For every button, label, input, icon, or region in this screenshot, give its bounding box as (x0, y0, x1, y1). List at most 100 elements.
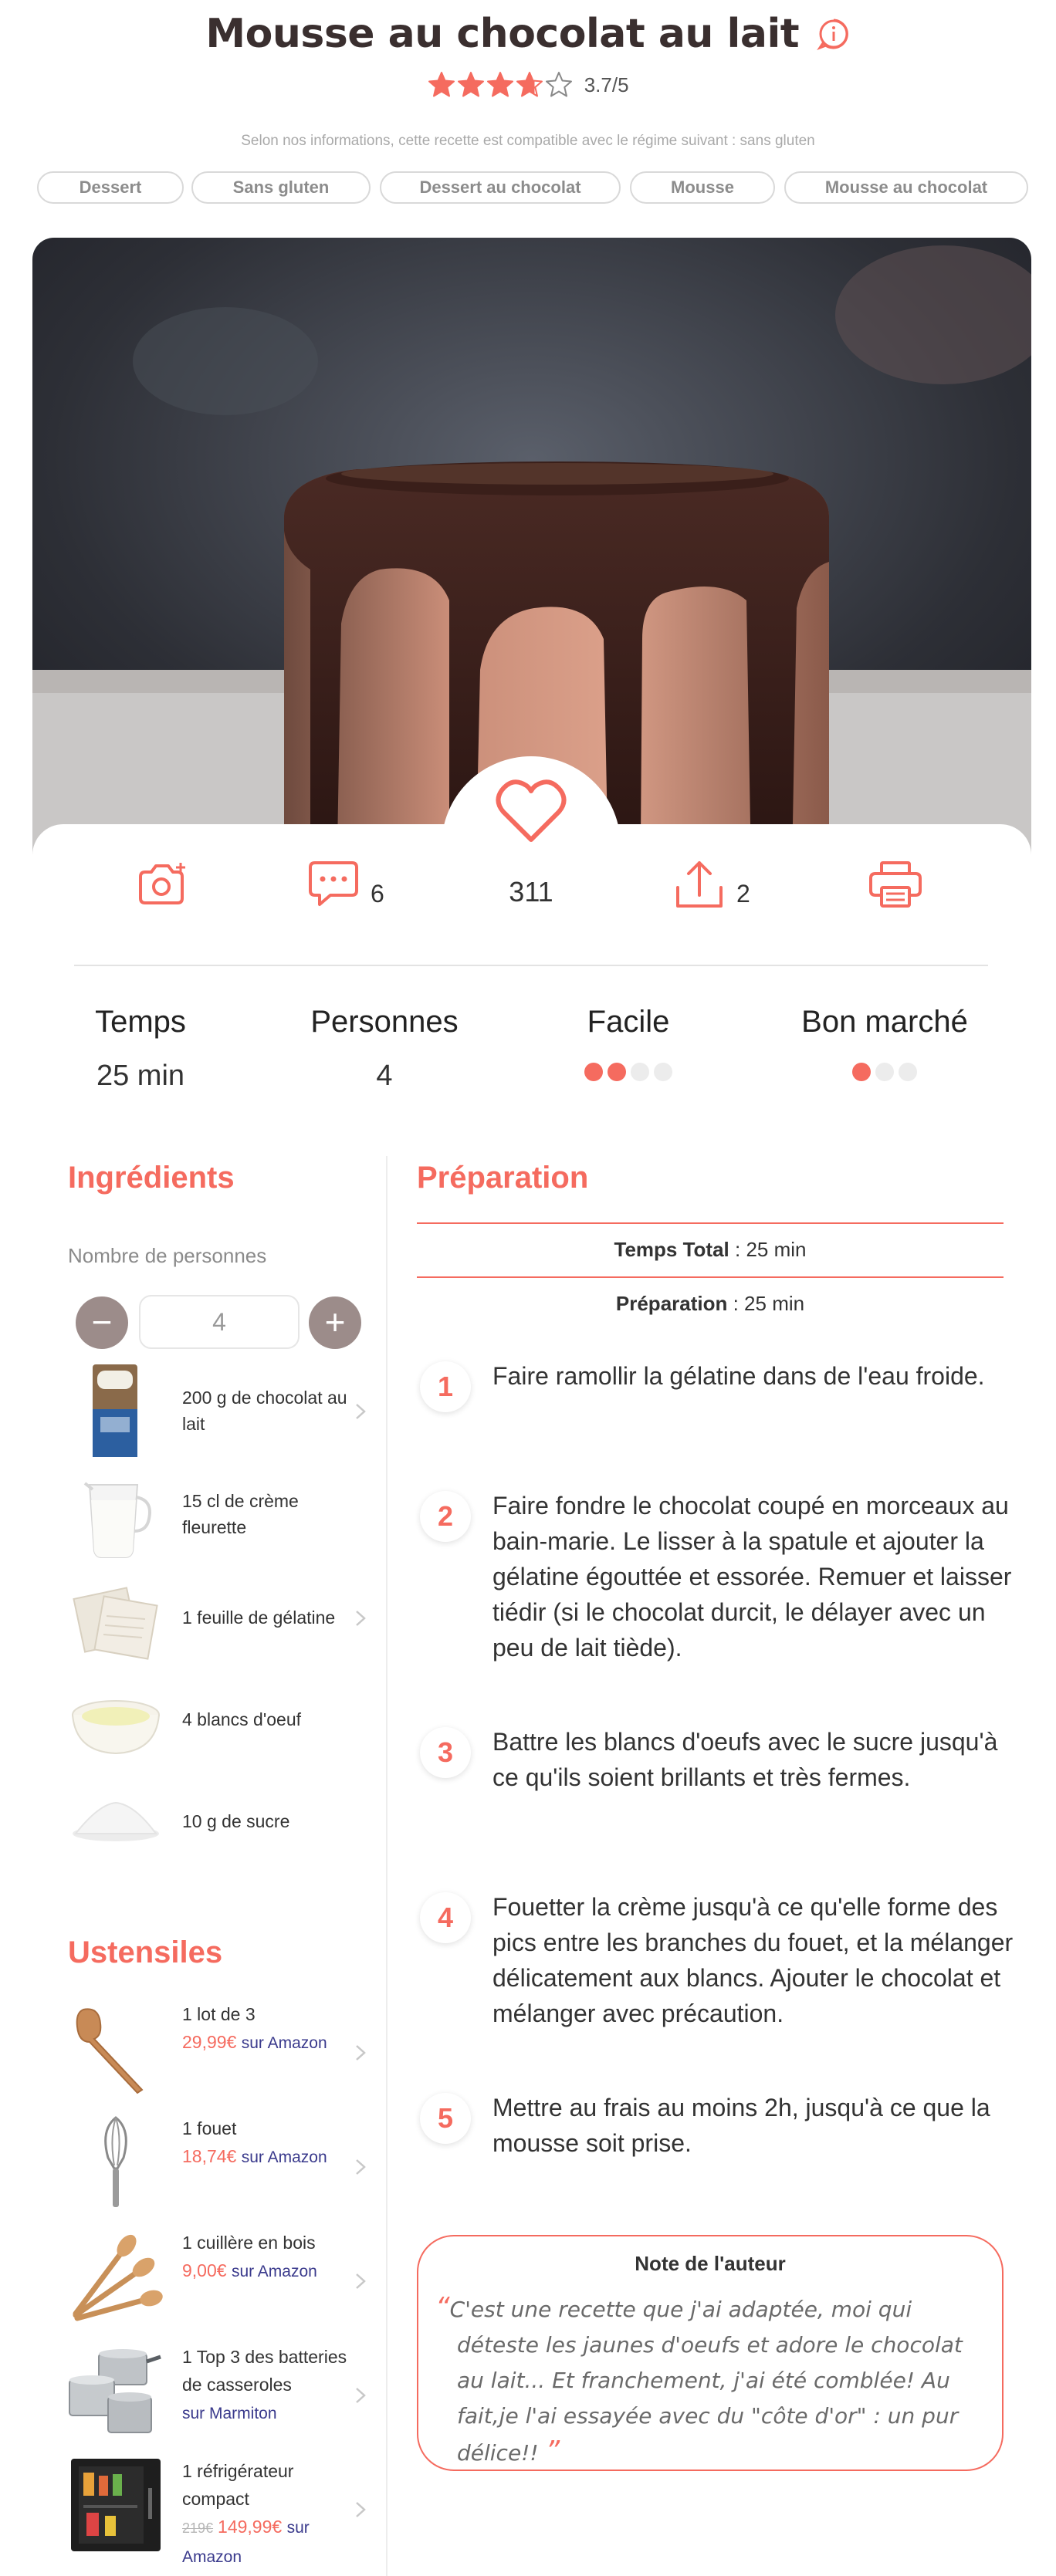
printer-icon (869, 861, 922, 908)
divider (417, 1222, 1004, 1224)
stat-time: Temps 25 min (17, 1005, 264, 1093)
difficulty-dots (505, 1063, 752, 1081)
utensil-vendor[interactable]: sur Amazon (232, 2263, 317, 2280)
close-quote-icon: ” (545, 2436, 560, 2467)
camera-plus-icon (139, 863, 185, 904)
tag-dessert[interactable]: Dessert (37, 171, 184, 204)
stat-cost: Bon marché (761, 1005, 1008, 1081)
step-number: 4 (420, 1892, 471, 1943)
add-photo-button[interactable] (136, 854, 190, 915)
tag-mousse[interactable]: Mousse (630, 171, 775, 204)
difficulty-dot (654, 1063, 672, 1081)
preparation-heading: Préparation (417, 1161, 589, 1195)
utensil-old-price: 219€ (182, 2520, 214, 2536)
utensil-price: 149,99€ (218, 2517, 283, 2537)
utensil-item[interactable]: 1 lot de 3 29,99€ sur Amazon (68, 2000, 369, 2104)
shares-count: 2 (736, 879, 750, 908)
decrease-persons-button[interactable]: − (76, 1296, 128, 1349)
step-number: 5 (420, 2093, 471, 2144)
star-icon (516, 72, 543, 97)
utensil-item[interactable]: 1 fouet 18,74€ sur Amazon (68, 2115, 369, 2218)
utensil-item[interactable]: 1 cuillère en bois 9,00€ sur Amazon (68, 2229, 369, 2332)
chevron-right-icon (356, 2159, 366, 2175)
ingredient-item[interactable]: 4 blancs d'oeuf (68, 1672, 369, 1767)
spatula-icon (76, 2008, 144, 2094)
utensil-name: 1 cuillère en bois (182, 2233, 316, 2253)
prep-time-label: Préparation (615, 1292, 728, 1315)
title-row: Mousse au chocolat au lait (0, 11, 1056, 57)
utensil-text: 1 cuillère en bois 9,00€ sur Amazon (182, 2229, 361, 2286)
ingredient-item[interactable]: 200 g de chocolat au lait (68, 1363, 369, 1459)
utensil-price: 18,74€ (182, 2146, 237, 2166)
tag-sans-gluten[interactable]: Sans gluten (191, 171, 371, 204)
total-time-value: : 25 min (729, 1238, 807, 1261)
increase-persons-button[interactable]: + (309, 1296, 361, 1349)
gelatin-sheet-icon (73, 1587, 158, 1660)
ingredient-item[interactable]: 10 g de sucre (68, 1773, 369, 1869)
comments-button[interactable]: 6 (307, 854, 384, 915)
cost-dot (899, 1063, 917, 1081)
prep-time-value: : 25 min (727, 1292, 805, 1315)
utensil-vendor[interactable]: sur Amazon (242, 2148, 327, 2166)
saucepans-icon (69, 2349, 161, 2433)
step-text: Faire ramollir la gélatine dans de l'eau… (492, 1362, 985, 1390)
star-icon (458, 72, 485, 97)
share-button[interactable]: 2 (673, 854, 750, 915)
utensil-item[interactable]: 1 Top 3 des batteries de casseroles sur … (68, 2343, 369, 2446)
cost-dot (875, 1063, 894, 1081)
author-note-body: C'est une recette que j'ai adaptée, moi … (449, 2297, 963, 2466)
stat-value: 25 min (96, 1060, 185, 1092)
utensil-vendor[interactable]: sur Amazon (242, 2034, 327, 2052)
stat-label: Facile (587, 1005, 670, 1039)
print-button[interactable] (868, 854, 923, 915)
persons-input[interactable]: 4 (139, 1295, 300, 1349)
difficulty-dot (608, 1063, 626, 1081)
utensil-vendor[interactable]: sur Marmiton (182, 2405, 277, 2422)
tag-dessert-au-chocolat[interactable]: Dessert au chocolat (380, 171, 621, 204)
tag-mousse-au-chocolat[interactable]: Mousse au chocolat (784, 171, 1028, 204)
chevron-right-icon (356, 2388, 366, 2403)
ingredient-text: 10 g de sucre (182, 1811, 290, 1831)
ingredient-item[interactable]: 15 cl de crème fleurette (68, 1466, 369, 1562)
cost-dot (852, 1063, 871, 1081)
ingredient-text: 4 blancs d'oeuf (182, 1709, 302, 1729)
chevron-right-icon (356, 2502, 366, 2517)
star-icon (428, 72, 455, 97)
utensil-text: 1 Top 3 des batteries de casseroles sur … (182, 2343, 361, 2428)
ingredients-heading: Ingrédients (68, 1161, 235, 1195)
rating-value: 3.7/5 (584, 73, 629, 96)
total-time-label: Temps Total (614, 1238, 729, 1261)
divider (417, 1276, 1004, 1278)
utensil-price: 29,99€ (182, 2032, 237, 2052)
heart-icon[interactable] (496, 778, 567, 844)
sugar-pile-icon (73, 1801, 159, 1841)
ingredient-text: 1 feuille de gélatine (182, 1607, 336, 1628)
chevron-right-icon (356, 1404, 366, 1419)
stat-difficulty: Facile (505, 1005, 752, 1081)
comments-count: 6 (371, 879, 384, 908)
stat-label: Bon marché (801, 1005, 968, 1039)
step-text: Battre les blancs d'oeufs avec le sucre … (492, 1728, 998, 1791)
stat-label: Temps (95, 1005, 186, 1039)
divider (74, 965, 988, 966)
utensil-text: 1 lot de 3 29,99€ sur Amazon (182, 2000, 361, 2057)
utensil-name: 1 lot de 3 (182, 2004, 256, 2024)
utensil-name: 1 fouet (182, 2118, 237, 2138)
ingredient-item[interactable]: 1 feuille de gélatine (68, 1570, 369, 1665)
author-note-title: Note de l'auteur (635, 2252, 786, 2275)
diet-note: Selon nos informations, cette recette es… (241, 133, 815, 149)
stat-value: 4 (376, 1060, 393, 1092)
rating-row: 3.7/5 (0, 71, 1056, 99)
info-icon[interactable] (816, 17, 851, 51)
step-number: 3 (420, 1727, 471, 1778)
author-note: Note de l'auteur “C'est une recette que … (417, 2235, 1004, 2471)
comment-bubble-icon (309, 861, 358, 906)
step-text: Fouetter la crème jusqu'à ce qu'elle for… (492, 1893, 1014, 2027)
column-divider (386, 1156, 388, 2576)
share-icon (676, 861, 723, 908)
chevron-right-icon (356, 2273, 366, 2289)
utensil-item[interactable]: 1 réfrigérateur compact 219€ 149,99€ sur … (68, 2457, 369, 2566)
chevron-right-icon (356, 2045, 366, 2060)
ingredient-text: 15 cl de crème fleurette (182, 1491, 299, 1537)
chevron-right-icon (356, 1611, 366, 1626)
